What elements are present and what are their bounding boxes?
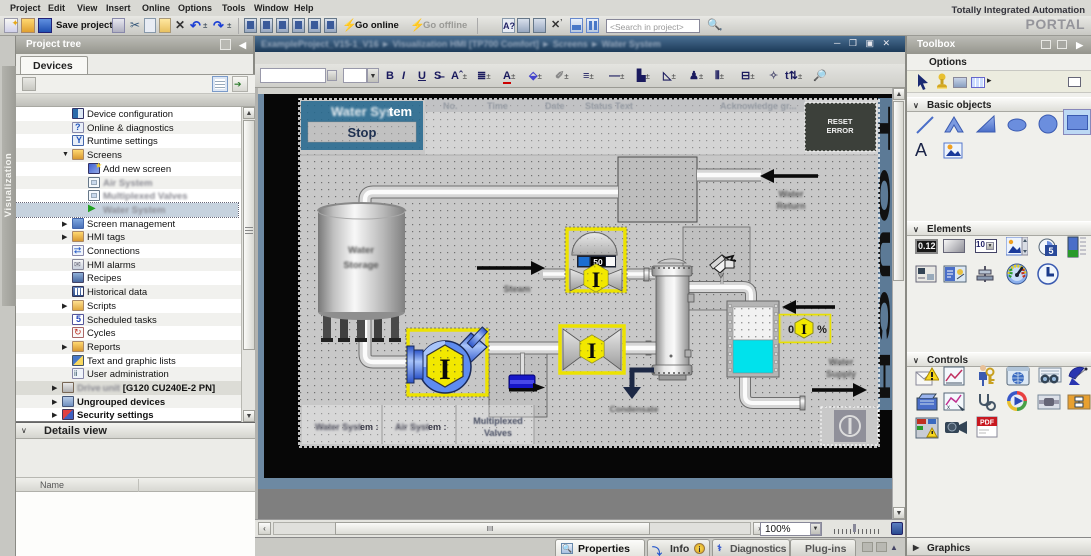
svg-text:Return: Return [777,201,806,211]
svg-text:Time: Time [487,101,508,111]
svg-text:Storage: Storage [343,260,378,271]
svg-text:I: I [801,322,807,338]
svg-text:5: 5 [1048,246,1053,256]
svg-text:Air Syst: Air Syst [395,422,429,432]
svg-text:Multiplexed: Multiplexed [473,416,523,426]
svg-text:No.: No. [443,101,458,111]
svg-text:Date: Date [545,101,565,111]
svg-text:Water Sys: Water Sys [331,104,393,119]
svg-text:I: I [439,353,451,386]
svg-text:Water: Water [779,189,804,199]
svg-text:em :: em : [360,422,379,432]
svg-text:ERROR: ERROR [826,126,854,135]
svg-text:Condensate: Condensate [610,404,659,414]
svg-text:Supply: Supply [826,369,856,379]
svg-text:x: x [947,405,950,411]
svg-text:PDF: PDF [980,420,995,427]
svg-text:I: I [588,338,597,363]
svg-text:Water Syst: Water Syst [315,422,361,432]
svg-text:Stop: Stop [348,125,377,140]
svg-text:Valves: Valves [484,428,512,438]
svg-text:Acknowledge gr...: Acknowledge gr... [720,101,797,111]
svg-text:RESET: RESET [827,117,852,126]
svg-text:%: % [817,324,827,336]
svg-text:em :: em : [428,422,447,432]
svg-text:Steam: Steam [503,284,530,294]
svg-text:Water: Water [829,357,854,367]
svg-text:0: 0 [788,324,794,336]
svg-text:Water: Water [348,245,374,256]
svg-text:I: I [592,267,601,292]
svg-text:Status Text: Status Text [585,101,633,111]
svg-text:tem: tem [389,104,412,119]
